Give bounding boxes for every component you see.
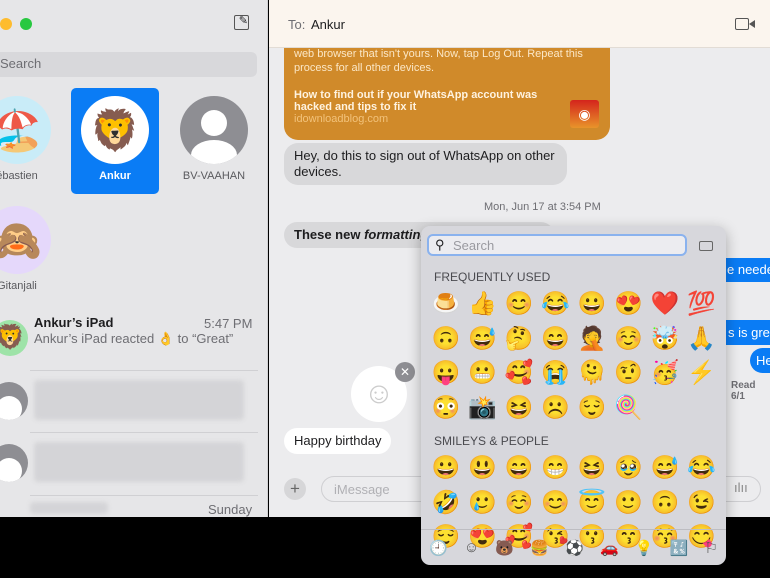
emoji-item[interactable]: 🤯 <box>647 321 684 356</box>
emoji-item[interactable]: 😅 <box>465 321 502 356</box>
frequent-grid: 🍮 👍 😊 😂 😀 😍 ❤️ 💯 🙃 😅 🤔 😄 🤦 ☺️ 🤯 🙏 😛 😬 🥰 😭 🫠 🤨 🥳 ⚡ 😳 📸 😆 ☹️ 😌 🍭 <box>428 286 720 424</box>
avatar <box>0 444 28 482</box>
emoji-item[interactable]: 😁 <box>538 450 575 485</box>
read-receipt: Read 6/1 <box>731 380 756 402</box>
emoji-item[interactable]: 🍭 <box>611 390 648 425</box>
minimize-button[interactable] <box>0 18 12 30</box>
category-tab-icon[interactable]: ⚽ <box>565 539 584 557</box>
message-bubble: s is gre <box>726 320 770 345</box>
emoji-item[interactable]: 🤦 <box>574 321 611 356</box>
emoji-item[interactable]: 🙃 <box>647 485 684 520</box>
emoji-item[interactable]: 🫠 <box>574 355 611 390</box>
emoji-item[interactable]: 😄 <box>538 321 575 356</box>
category-tab-icon[interactable]: 🕘 <box>429 539 448 557</box>
emoji-item[interactable]: 🥰 <box>501 355 538 390</box>
whatsapp-icon: ◉ <box>570 100 599 128</box>
emoji-item[interactable]: 😄 <box>501 450 538 485</box>
emoji-item[interactable]: 😀 <box>428 450 465 485</box>
message-bubble: Hey, do this to sign out of WhatsApp on … <box>284 143 567 185</box>
pin-ankur[interactable]: 🦁 Ankur <box>71 88 159 194</box>
conversation-redacted[interactable] <box>0 434 267 494</box>
avatar: 🙈 <box>0 206 51 274</box>
sidebar: ✎ Search 🏖️ébastien 🦁Ankur BV-VAAHAN 🙈Gi… <box>0 0 268 517</box>
emoji-picker: Search ⚲ FREQUENTLY USED 🍮 👍 😊 😂 😀 😍 ❤️ 💯 🙃 😅 🤔 😄 🤦 ☺… <box>421 226 726 565</box>
avatar <box>0 382 28 420</box>
emoji-item[interactable]: ☹️ <box>538 390 575 425</box>
emoji-item[interactable]: 😂 <box>538 286 575 321</box>
avatar <box>180 96 248 164</box>
category-tab-icon[interactable]: 🔣 <box>670 539 689 557</box>
emoji-item[interactable]: 😭 <box>538 355 575 390</box>
emoji-search-input[interactable]: Search <box>427 234 687 256</box>
emoji-item[interactable]: 🥹 <box>611 450 648 485</box>
avatar: 🦁 <box>0 320 28 356</box>
emoji-item[interactable]: 📸 <box>465 390 502 425</box>
emoji-item[interactable]: 🥲 <box>465 485 502 520</box>
character-viewer-icon[interactable] <box>699 241 713 251</box>
emoji-item[interactable]: 😊 <box>501 286 538 321</box>
avatar: 🏖️ <box>0 96 51 164</box>
compose-icon[interactable]: ✎ <box>234 15 249 30</box>
category-tab-icon[interactable]: 🚗 <box>600 539 619 557</box>
emoji-item[interactable]: 😅 <box>647 450 684 485</box>
emoji-item[interactable]: 😌 <box>574 390 611 425</box>
emoji-item[interactable]: 🙏 <box>684 321 721 356</box>
emoji-item[interactable]: 😊 <box>538 485 575 520</box>
search-icon: ⚲ <box>435 237 445 252</box>
add-attachment-button[interactable]: + <box>284 478 306 500</box>
category-tab-icon[interactable]: 💡 <box>635 539 654 557</box>
message-bubble: e neede <box>724 258 770 282</box>
emoji-item[interactable]: 😇 <box>574 485 611 520</box>
conversation-redacted[interactable] <box>0 372 267 432</box>
emoji-item[interactable]: 😃 <box>465 450 502 485</box>
emoji-item[interactable]: 🙃 <box>428 321 465 356</box>
emoji-item[interactable]: 😛 <box>428 355 465 390</box>
emoji-item[interactable]: ☺️ <box>501 485 538 520</box>
emoji-item[interactable]: 🤔 <box>501 321 538 356</box>
emoji-item[interactable]: 😀 <box>574 286 611 321</box>
category-tab-icon[interactable]: 🍔 <box>530 539 549 557</box>
emoji-item[interactable]: 😍 <box>611 286 648 321</box>
emoji-item[interactable]: 😳 <box>428 390 465 425</box>
header: To: Ankur <box>269 0 770 48</box>
category-tab-icon[interactable]: ⚐ <box>704 539 717 557</box>
audio-waveform-icon[interactable]: ılıı <box>734 480 748 495</box>
emoji-item[interactable]: 🙂 <box>611 485 648 520</box>
message-bubble: He <box>750 348 770 373</box>
emoji-item[interactable]: 😆 <box>574 450 611 485</box>
emoji-item[interactable]: 👍 <box>465 286 502 321</box>
emoji-item[interactable]: 😬 <box>465 355 502 390</box>
category-tab-icon[interactable]: ☺ <box>464 539 479 556</box>
category-tab-icon[interactable]: 🐻 <box>495 539 514 557</box>
emoji-item[interactable]: 🤣 <box>428 485 465 520</box>
pin-gitanjali[interactable]: 🙈Gitanjali <box>0 198 61 298</box>
message-bubble: Happy birthday <box>284 428 392 454</box>
avatar: 🦁 <box>81 96 149 164</box>
timestamp: Mon, Jun 17 at 3:54 PM <box>484 201 601 213</box>
emoji-item[interactable]: 🥳 <box>647 355 684 390</box>
pin-bv-vaahan[interactable]: BV-VAAHAN <box>170 88 258 194</box>
search-input[interactable]: Search <box>0 52 257 77</box>
video-call-icon[interactable] <box>735 18 749 30</box>
recipient[interactable]: Ankur <box>311 17 345 32</box>
emoji-item[interactable]: 🤨 <box>611 355 648 390</box>
emoji-item[interactable]: 😆 <box>501 390 538 425</box>
category-tabs: 🕘 ☺ 🐻 🍔 ⚽ 🚗 💡 🔣 ⚐ <box>421 529 726 565</box>
emoji-item[interactable]: 😉 <box>684 485 721 520</box>
emoji-item[interactable]: 😂 <box>684 450 721 485</box>
close-icon[interactable]: ✕ <box>395 362 415 382</box>
emoji-item[interactable]: ☺️ <box>611 321 648 356</box>
emoji-item[interactable]: ⚡ <box>684 355 721 390</box>
pin-sebastien[interactable]: 🏖️ébastien <box>0 88 61 194</box>
emoji-item[interactable]: ❤️ <box>647 286 684 321</box>
conversation-ankurs-ipad[interactable]: 🦁 Ankur’s iPad 5:47 PM Ankur’s iPad reac… <box>0 310 267 370</box>
zoom-button[interactable] <box>20 18 32 30</box>
emoji-item[interactable]: 🍮 <box>428 286 465 321</box>
emoji-item[interactable]: 💯 <box>684 286 721 321</box>
